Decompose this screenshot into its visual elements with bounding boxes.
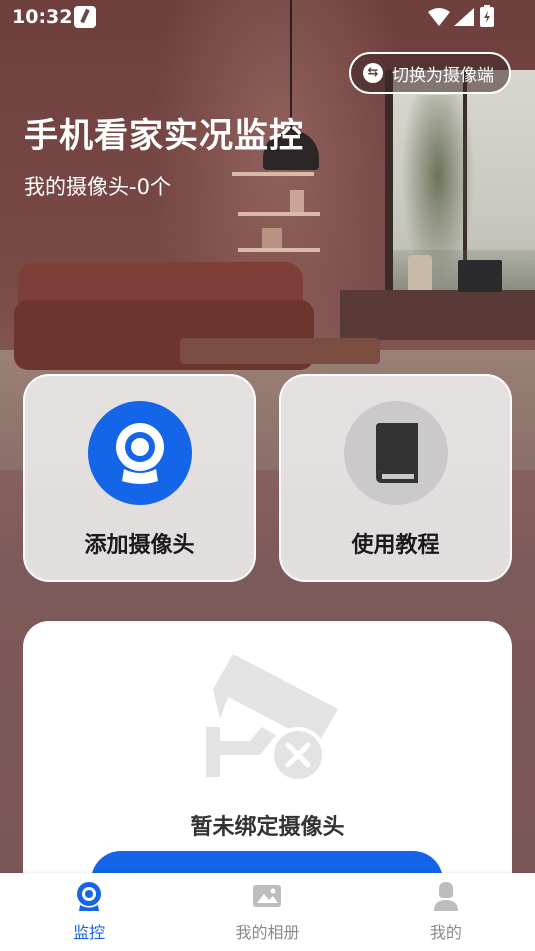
add-camera-icon-circle [87,401,192,505]
bottom-navigation: 监控 我的相册 我的 [0,873,535,951]
no-camera-icon [206,654,338,783]
tutorial-label: 使用教程 [351,533,440,558]
camera-count: 我的摄像头-0个 [24,175,171,199]
nav-item-monitor[interactable]: 监控 [0,873,178,951]
add-camera-label: 添加摄像头 [84,533,195,558]
switch-to-camera-button[interactable]: ⇆ 切换为摄像端 [349,52,511,94]
tutorial-icon-circle [343,401,448,505]
signal-icon [454,8,474,30]
status-bar: 10:32 [0,0,535,36]
nav-label-profile: 我的 [429,923,462,942]
album-icon [253,885,282,907]
nav-label-monitor: 监控 [73,923,106,942]
wifi-icon [428,8,450,30]
add-camera-card[interactable]: 添加摄像头 [23,374,256,582]
switch-label: 切换为摄像端 [392,65,494,86]
battery-icon [480,5,494,31]
empty-state-message: 暂未绑定摄像头 [190,815,345,840]
nav-item-album[interactable]: 我的相册 [178,873,356,951]
nav-label-album: 我的相册 [235,923,300,942]
webcam-icon [115,423,164,484]
status-time: 10:32 [12,6,73,28]
camera-icon [77,882,102,911]
profile-icon [433,882,458,911]
swap-icon: ⇆ [363,63,383,83]
page-title: 手机看家实况监控 [24,116,304,156]
book-icon [375,423,418,483]
nav-item-profile[interactable]: 我的 [357,873,535,951]
notification-icon [74,6,96,28]
tutorial-card[interactable]: 使用教程 [279,374,512,582]
